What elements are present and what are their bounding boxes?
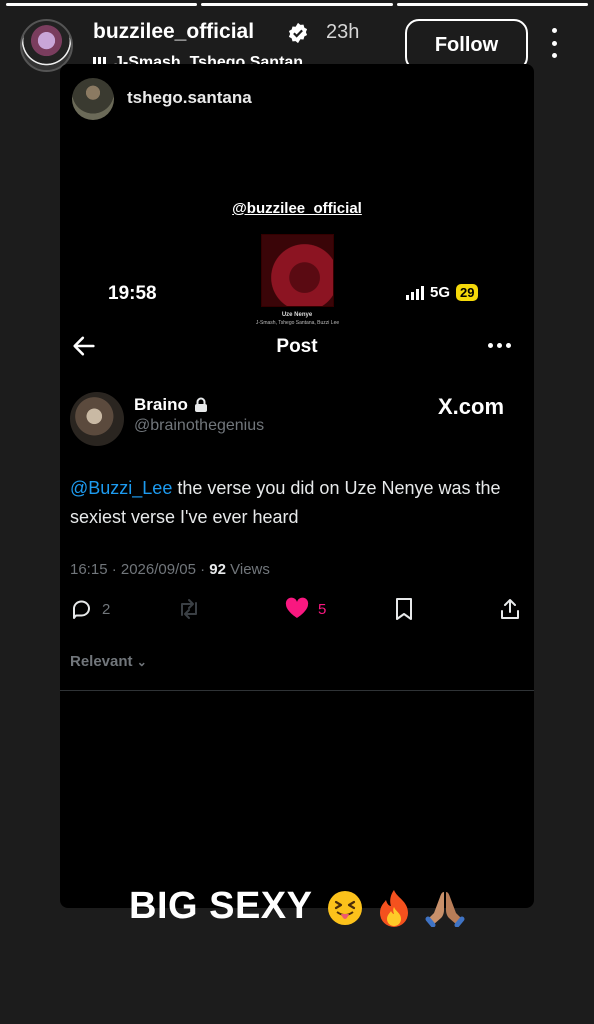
phone-status-icons: 5G 29 bbox=[406, 284, 479, 301]
caption-text: BIG SEXY bbox=[129, 885, 312, 927]
divider bbox=[60, 690, 534, 691]
folded-hands-icon bbox=[425, 891, 465, 927]
tweet-timestamp: 16:15 · 2026/09/05 · bbox=[70, 561, 210, 578]
tweet-author-handle[interactable]: @brainothegenius bbox=[134, 417, 264, 435]
verified-badge-icon bbox=[288, 22, 308, 44]
tweet-mention[interactable]: @Buzzi_Lee bbox=[70, 478, 172, 498]
reply-count: 2 bbox=[102, 600, 111, 618]
fire-icon bbox=[379, 889, 408, 927]
story-mention-sticker[interactable]: @buzzilee_official bbox=[60, 200, 534, 217]
share-icon bbox=[501, 599, 519, 619]
post-more-icon[interactable] bbox=[488, 343, 511, 348]
story-progress-segment bbox=[6, 3, 198, 6]
repost-avatar[interactable] bbox=[72, 78, 114, 120]
squinting-tongue-face-icon bbox=[327, 890, 362, 925]
repost-username[interactable]: tshego.santana bbox=[127, 88, 252, 108]
phone-status-time: 19:58 bbox=[108, 283, 157, 304]
story-caption: BIG SEXY bbox=[0, 885, 594, 928]
tweet-author-name[interactable]: Braino bbox=[134, 395, 208, 415]
more-options-icon[interactable] bbox=[546, 28, 562, 58]
like-count: 5 bbox=[318, 600, 327, 618]
tweet-text: @Buzzi_Lee the verse you did on Uze Neny… bbox=[70, 474, 530, 532]
sort-dropdown[interactable]: Relevant ⌄ bbox=[70, 653, 147, 670]
tweet-meta: 16:15 · 2026/09/05 · 92 Views bbox=[70, 561, 270, 578]
chevron-down-icon: ⌄ bbox=[136, 655, 147, 669]
reply-icon bbox=[73, 600, 90, 619]
story-progress bbox=[6, 3, 588, 6]
signal-icon bbox=[406, 285, 424, 300]
battery-icon: 29 bbox=[456, 284, 479, 301]
lock-icon bbox=[194, 397, 207, 412]
album-cover[interactable] bbox=[261, 234, 334, 307]
tweet-views-count: 92 bbox=[209, 561, 226, 578]
tweet-actions: 2 5 bbox=[70, 597, 525, 625]
heart-icon bbox=[285, 597, 309, 618]
tweet-views-label: Views bbox=[225, 561, 270, 578]
x-com-logo: X.com bbox=[438, 394, 505, 419]
tweet-author-name-text: Braino bbox=[134, 395, 188, 414]
sort-label: Relevant bbox=[70, 653, 133, 670]
album-title: Uze Nenye bbox=[281, 312, 313, 318]
share-button[interactable] bbox=[498, 597, 522, 621]
story-progress-segment bbox=[201, 3, 393, 6]
story-content: tshego.santana @buzzilee_official Uze Ne… bbox=[60, 64, 534, 908]
like-button[interactable]: 5 bbox=[284, 597, 326, 621]
post-title: Post bbox=[276, 336, 318, 357]
tweet-author-avatar[interactable] bbox=[70, 392, 124, 446]
bookmark-icon bbox=[396, 598, 412, 620]
repost-icon bbox=[181, 599, 197, 619]
network-label: 5G bbox=[430, 284, 451, 301]
story-time: 23h bbox=[326, 21, 360, 43]
repost-button[interactable] bbox=[176, 597, 202, 621]
story-username[interactable]: buzzilee_official bbox=[93, 20, 254, 44]
reply-button[interactable]: 2 bbox=[70, 597, 110, 621]
story-progress-segment bbox=[396, 3, 588, 6]
bookmark-button[interactable] bbox=[393, 597, 415, 621]
album-artists: J-Smash, Tshego Santana, Buzzi Lee bbox=[255, 320, 340, 326]
